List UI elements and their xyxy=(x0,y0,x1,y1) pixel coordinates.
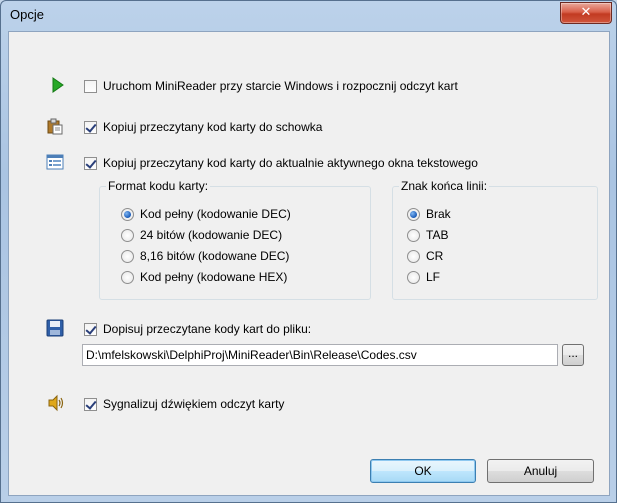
format-radio[interactable] xyxy=(121,249,134,263)
cancel-button[interactable]: Anuluj xyxy=(487,459,594,483)
format-radio[interactable] xyxy=(121,270,134,284)
play-icon xyxy=(52,77,64,93)
format-option-label: Kod pełny (kodowanie DEC) xyxy=(140,207,291,221)
format-group-label: Format kodu karty: xyxy=(106,179,211,193)
line-end-group-label: Znak końca linii: xyxy=(399,179,490,193)
line-end-option[interactable]: LF xyxy=(407,268,440,286)
line-end-option-label: TAB xyxy=(426,228,449,242)
title-bar[interactable]: Opcje ✕ xyxy=(1,1,616,29)
format-option-label: 24 bitów (kodowanie DEC) xyxy=(140,228,283,242)
sound-option[interactable]: Sygnalizuj dźwiękiem odczyt karty xyxy=(84,395,284,413)
line-end-radio[interactable] xyxy=(407,228,420,242)
line-end-option-label: LF xyxy=(426,270,441,284)
format-option-label: 8,16 bitów (kodowane DEC) xyxy=(140,249,290,263)
ok-button[interactable]: OK xyxy=(370,459,476,483)
clipboard-option[interactable]: Kopiuj przeczytany kod karty do schowka xyxy=(84,118,322,136)
sound-label: Sygnalizuj dźwiękiem odczyt karty xyxy=(103,397,285,411)
save-disk-icon xyxy=(46,319,64,337)
speaker-icon xyxy=(48,394,64,412)
clipboard-checkbox[interactable] xyxy=(84,120,97,134)
autostart-option[interactable]: Uruchom MiniReader przy starcie Windows … xyxy=(84,77,458,95)
line-end-option[interactable]: Brak xyxy=(407,205,451,223)
window-list-icon xyxy=(46,154,64,170)
options-dialog: Opcje ✕ Uruchom MiniReader przy starcie … xyxy=(0,0,617,503)
dialog-body: Uruchom MiniReader przy starcie Windows … xyxy=(8,31,610,496)
file-output-option[interactable]: Dopisuj przeczytane kody kart do pliku: xyxy=(84,320,311,338)
active-window-option[interactable]: Kopiuj przeczytany kod karty do aktualni… xyxy=(84,154,478,172)
line-end-radio[interactable] xyxy=(407,249,420,263)
format-option[interactable]: 24 bitów (kodowanie DEC) xyxy=(121,226,282,244)
file-output-checkbox[interactable] xyxy=(84,322,97,336)
format-option[interactable]: Kod pełny (kodowane HEX) xyxy=(121,268,287,286)
line-end-option-label: Brak xyxy=(426,207,451,221)
clipboard-label: Kopiuj przeczytany kod karty do schowka xyxy=(103,120,323,134)
close-icon: ✕ xyxy=(580,5,592,20)
format-option[interactable]: Kod pełny (kodowanie DEC) xyxy=(121,205,291,223)
autostart-checkbox[interactable] xyxy=(84,79,97,93)
file-path-input[interactable]: D:\mfelskowski\DelphiProj\MiniReader\Bin… xyxy=(82,344,558,366)
active-window-label: Kopiuj przeczytany kod karty do aktualni… xyxy=(103,156,478,170)
clipboard-icon xyxy=(47,118,63,135)
line-end-radio[interactable] xyxy=(407,270,420,284)
line-end-option[interactable]: TAB xyxy=(407,226,448,244)
format-radio[interactable] xyxy=(121,207,134,221)
line-end-option-label: CR xyxy=(426,249,444,263)
browse-button[interactable]: ... xyxy=(562,344,584,366)
line-end-radio[interactable] xyxy=(407,207,420,221)
line-end-option[interactable]: CR xyxy=(407,247,443,265)
window-title: Opcje xyxy=(10,7,44,22)
format-option[interactable]: 8,16 bitów (kodowane DEC) xyxy=(121,247,289,265)
close-button[interactable]: ✕ xyxy=(560,2,612,24)
autostart-label: Uruchom MiniReader przy starcie Windows … xyxy=(103,79,458,93)
active-window-checkbox[interactable] xyxy=(84,156,97,170)
format-radio[interactable] xyxy=(121,228,134,242)
format-option-label: Kod pełny (kodowane HEX) xyxy=(140,270,288,284)
sound-checkbox[interactable] xyxy=(84,397,97,411)
file-output-label: Dopisuj przeczytane kody kart do pliku: xyxy=(103,322,312,336)
